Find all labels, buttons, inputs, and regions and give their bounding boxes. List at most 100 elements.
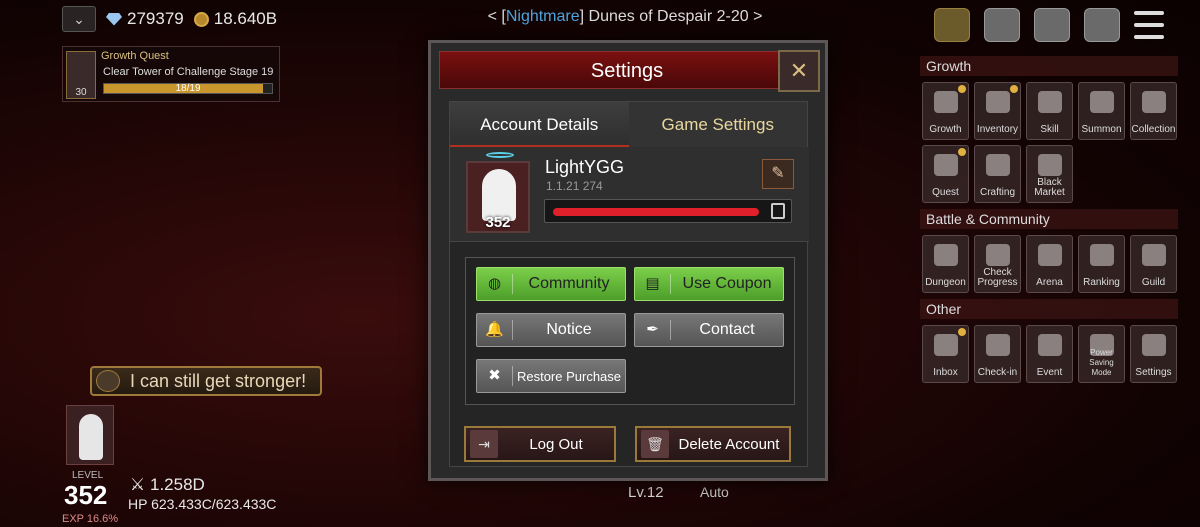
crossed-hammers-close-icon: ✕ xyxy=(789,58,809,83)
right-menu-panel: Growth Growth Inventory Skill Summon Col… xyxy=(920,56,1200,389)
menu-item-settings[interactable]: Settings xyxy=(1130,325,1177,383)
tab-game-settings[interactable]: Game Settings xyxy=(628,102,807,147)
username: LightYGG xyxy=(545,157,625,177)
menu-item-ranking[interactable]: Ranking xyxy=(1078,235,1125,293)
summon-icon xyxy=(1090,91,1114,113)
section-other-title: Other xyxy=(920,299,1178,319)
delete-account-button[interactable]: 🗑 Delete Account xyxy=(635,426,791,462)
menu-label: Ranking xyxy=(1083,277,1120,288)
tab-account-details[interactable]: Account Details xyxy=(450,102,629,147)
notification-dot xyxy=(958,328,966,336)
character-icon[interactable] xyxy=(984,8,1020,42)
menu-label: Crafting xyxy=(979,187,1015,198)
quest-description: Clear Tower of Challenge Stage 19 xyxy=(103,66,274,78)
menu-item-collection[interactable]: Collection xyxy=(1130,82,1177,140)
menu-item-summon[interactable]: Summon xyxy=(1078,82,1125,140)
button-label: Contact xyxy=(699,321,755,338)
top-right-icons xyxy=(934,8,1164,42)
menu-label: Arena xyxy=(1036,277,1063,288)
black-market-icon xyxy=(1038,154,1062,176)
close-button[interactable]: ✕ xyxy=(778,50,820,92)
notification-dot xyxy=(958,85,966,93)
menu-label: Dungeon xyxy=(925,277,966,288)
checkmark-icon xyxy=(986,334,1010,356)
progress-icon xyxy=(986,244,1010,266)
speech-bubble: I can still get stronger! xyxy=(90,366,323,396)
action-buttons-box: ◍ Community ▤ Use Coupon 🔔 Notice ✒ Contact … xyxy=(465,257,795,405)
growth-grid: Growth Inventory Skill Summon Collection… xyxy=(922,82,1182,203)
calendar-star-icon xyxy=(1038,334,1062,356)
restore-purchase-button[interactable]: ✖ Restore Purchase xyxy=(476,359,626,393)
menu-item-growth[interactable]: Growth xyxy=(922,82,969,140)
menu-item-crafting[interactable]: Crafting xyxy=(974,145,1021,203)
exp-display: EXP 16.6% xyxy=(62,513,119,525)
menu-item-inventory[interactable]: Inventory xyxy=(974,82,1021,140)
collection-icon xyxy=(1142,91,1166,113)
quest-level: 30 xyxy=(75,87,87,98)
bell-icon: 🔔 xyxy=(477,320,513,340)
menu-label: Settings xyxy=(1135,367,1172,378)
menu-item-check-progress[interactable]: Check Progress xyxy=(974,235,1021,293)
copy-icon[interactable] xyxy=(771,203,785,219)
notice-button[interactable]: 🔔 Notice xyxy=(476,313,626,347)
player-level: 352 xyxy=(64,480,108,510)
quest-title: Growth Quest xyxy=(101,50,169,62)
menu-item-power-saving[interactable]: Power Saving Mode xyxy=(1078,325,1125,383)
player-avatar[interactable] xyxy=(66,405,114,465)
halo-icon xyxy=(486,152,514,158)
game-version: 1.1.21 274 xyxy=(546,179,603,193)
shop-icon[interactable] xyxy=(1034,8,1070,42)
section-growth-title: Growth xyxy=(920,56,1178,76)
dialog-body: Account Details Game Settings 352 LightY… xyxy=(449,101,809,467)
menu-item-dungeon[interactable]: Dungeon xyxy=(922,235,969,293)
exit-door-icon: ⇥ xyxy=(470,430,498,458)
button-label: Log Out xyxy=(529,435,583,453)
hp-value: 623.433C/623.433C xyxy=(151,496,277,512)
edit-name-button[interactable]: ✎ xyxy=(762,159,794,189)
dungeon-icon xyxy=(934,244,958,266)
menu-item-skill[interactable]: Skill xyxy=(1026,82,1073,140)
contact-button[interactable]: ✒ Contact xyxy=(634,313,784,347)
inventory-icon xyxy=(986,91,1010,113)
menu-item-inbox[interactable]: Inbox xyxy=(922,325,969,383)
menu-item-guild[interactable]: Guild xyxy=(1130,235,1177,293)
quest-icon xyxy=(934,154,958,176)
menu-label: Growth xyxy=(929,124,962,135)
button-label: Delete Account xyxy=(678,435,780,453)
hooded-figure-icon xyxy=(79,414,103,460)
menu-item-check-in[interactable]: Check-in xyxy=(974,325,1021,383)
use-coupon-button[interactable]: ▤ Use Coupon xyxy=(634,267,784,301)
hamburger-menu-icon[interactable] xyxy=(1134,11,1164,39)
community-button[interactable]: ◍ Community xyxy=(476,267,626,301)
stage-difficulty: Nightmare xyxy=(505,8,580,25)
dialog-header: Settings ✕ xyxy=(439,50,820,92)
quill-icon: ✒ xyxy=(635,320,671,340)
menu-item-quest[interactable]: Quest xyxy=(922,145,969,203)
menu-item-arena[interactable]: Arena xyxy=(1026,235,1073,293)
settings-tabs: Account Details Game Settings xyxy=(450,102,807,147)
coupon-icon: ▤ xyxy=(635,274,671,294)
growth-quest-panel[interactable]: 30 Growth Quest Clear Tower of Challenge… xyxy=(62,46,280,102)
menu-item-black-market[interactable]: Black Market xyxy=(1026,145,1073,203)
menu-label: Inbox xyxy=(933,367,958,378)
treasure-chest-icon[interactable] xyxy=(934,8,970,42)
menu-item-event[interactable]: Event xyxy=(1026,325,1073,383)
menu-label: Quest xyxy=(932,187,959,198)
button-label: Community xyxy=(528,275,610,292)
menu-label: Power Saving Mode xyxy=(1089,348,1114,377)
menu-label: Check-in xyxy=(977,367,1018,378)
companion-level: Lv.12 xyxy=(628,484,664,501)
hp-label: HP xyxy=(128,496,148,512)
book-icon[interactable] xyxy=(1084,8,1120,42)
swords-icon: ⚔ xyxy=(130,475,146,494)
menu-label: Skill xyxy=(1040,124,1059,135)
trash-icon: 🗑 xyxy=(641,430,669,458)
section-battle-title: Battle & Community xyxy=(920,209,1178,229)
speech-bubble-text: I can still get stronger! xyxy=(130,371,307,391)
globe-icon: ◍ xyxy=(477,274,513,294)
auto-toggle[interactable]: Auto xyxy=(700,484,729,500)
log-out-button[interactable]: ⇥ Log Out xyxy=(464,426,616,462)
menu-label: Summon xyxy=(1081,124,1122,135)
button-label: Restore Purchase xyxy=(516,368,622,384)
menu-label: Guild xyxy=(1141,277,1166,288)
